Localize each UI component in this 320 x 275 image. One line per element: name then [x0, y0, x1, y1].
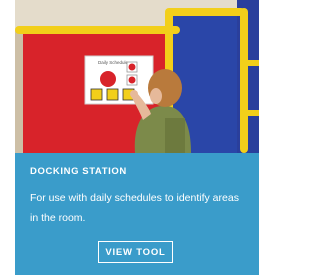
view-tool-button[interactable]: VIEW TOOL	[98, 241, 173, 263]
docking-station-photo: Daily Schedule	[15, 0, 259, 153]
card-description: For use with daily schedules to identify…	[30, 192, 239, 224]
tool-card: Daily Schedule DOCKING STATION For use w…	[15, 0, 259, 275]
schedule-board-label: Daily Schedule	[98, 60, 129, 65]
card-title: DOCKING STATION	[30, 166, 127, 177]
